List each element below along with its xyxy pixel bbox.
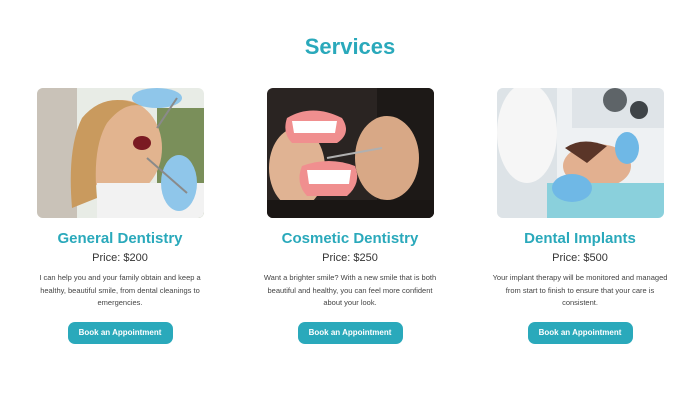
- dental-implants-photo: [496, 88, 664, 218]
- service-price: Price: $200: [92, 252, 148, 264]
- section-title: Services: [304, 34, 396, 59]
- book-appointment-button[interactable]: Book an Appointment: [67, 321, 173, 344]
- service-description: I can help you and your family obtain an…: [39, 273, 201, 307]
- book-appointment-button[interactable]: Book an Appointment: [297, 321, 403, 344]
- service-description: Your implant therapy will be monitored a…: [492, 273, 668, 307]
- service-price: Price: $500: [552, 252, 608, 264]
- service-card-cosmetic-dentistry: Cosmetic Dentistry Price: $250 Want a br…: [250, 88, 450, 344]
- service-card-general-dentistry: General Dentistry Price: $200 I can help…: [20, 88, 220, 344]
- service-name: Cosmetic Dentistry: [281, 230, 419, 247]
- general-dentistry-photo: [36, 88, 204, 218]
- book-appointment-button[interactable]: Book an Appointment: [527, 321, 633, 344]
- service-name: Dental Implants: [524, 230, 636, 247]
- cosmetic-dentistry-photo: [266, 88, 434, 218]
- service-name: General Dentistry: [57, 230, 183, 247]
- service-description: Want a brighter smile? With a new smile …: [263, 273, 437, 307]
- service-price: Price: $250: [322, 252, 378, 264]
- service-card-dental-implants: Dental Implants Price: $500 Your implant…: [480, 88, 680, 344]
